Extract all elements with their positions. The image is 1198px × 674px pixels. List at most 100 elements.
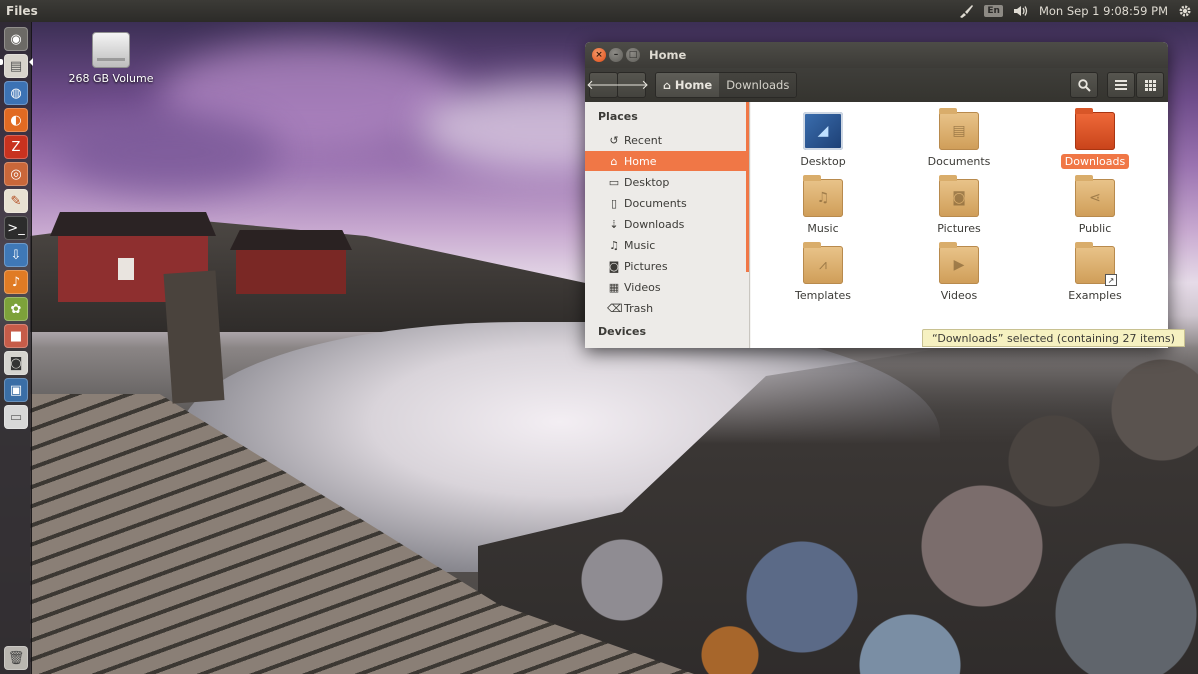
title-bar[interactable]: × – □ Home [585,42,1168,68]
folder-item-public[interactable]: ⋖ Public [1040,175,1150,236]
templates-folder-icon: ⩘ [803,242,843,284]
active-app-arrow [29,58,33,66]
sidebar-heading-devices: Devices [598,325,647,338]
folder-item-desktop[interactable]: ◢ Desktop [768,112,878,169]
sidebar-item-label: Videos [624,280,661,294]
close-icon[interactable]: × [592,48,606,62]
camera-app-icon[interactable]: ◙ [4,351,28,375]
clock[interactable]: Mon Sep 1 9:08:59 PM [1039,4,1168,18]
settings-app-icon[interactable]: ✿ [4,297,28,321]
list-view-icon [1115,80,1127,90]
sidebar-item-desktop[interactable]: ▭ Desktop [585,172,747,192]
sidebar-item-label: Pictures [624,259,668,273]
paintbrush-icon[interactable] [958,4,974,18]
music-icon: ♫ [609,238,619,252]
breadcrumb-home[interactable]: ⌂ Home [656,73,720,97]
videos-icon: ▦ [608,280,620,294]
home-icon: ⌂ [663,78,671,92]
volume-icon[interactable] [1013,5,1029,17]
trash-launcher-icon[interactable]: 🗑 [4,646,28,670]
sidebar-item-downloads[interactable]: ⇣ Downloads [585,214,747,234]
arrow-right-icon: 🡒 [614,78,649,93]
sidebar-item-home[interactable]: ⌂ Home [585,151,747,171]
desktop-folder-icon: ◢ [803,112,843,150]
folder-label: Templates [795,289,851,302]
pictures-icon: ◙ [608,259,620,273]
desktop-volume[interactable]: 268 GB Volume [66,32,156,85]
folder-label: Desktop [800,155,846,168]
dash-home-icon[interactable]: ◉ [4,27,28,51]
pictures-folder-icon: ◙ [939,175,979,217]
software-center-icon[interactable]: ◎ [4,162,28,186]
breadcrumb-downloads-label: Downloads [726,78,790,92]
folder-item-documents[interactable]: ▤ Documents [904,108,1014,169]
folder-item-examples[interactable]: ↗ Examples [1040,242,1150,303]
file-grid: ◢ Desktop ▤ Documents Downloads ♫ Music … [751,102,1168,348]
toolbar: 🡐 🡒 ⌂ Home Downloads [585,68,1168,102]
breadcrumb-downloads[interactable]: Downloads [719,73,797,97]
grid-view-icon [1144,79,1156,91]
sidebar-item-label: Music [624,238,656,252]
window-title: Home [649,48,687,62]
sidebar-item-label: Home [624,154,657,168]
text-editor-icon[interactable]: ✎ [4,189,28,213]
gear-icon[interactable] [1178,4,1192,18]
sidebar-item-pictures[interactable]: ◙ Pictures [585,256,747,276]
downloads-icon: ⇣ [609,217,619,231]
sidebar-item-music[interactable]: ♫ Music [585,235,747,255]
filezilla-icon[interactable]: Z [4,135,28,159]
downloads-folder-icon [1075,108,1115,150]
home-icon: ⌂ [610,154,618,168]
status-bar: “Downloads” selected (containing 27 item… [922,329,1185,347]
trash-icon: ⌫ [607,301,623,315]
sidebar-item-documents[interactable]: ▯ Documents [585,193,747,213]
volume-label: 268 GB Volume [68,72,154,85]
search-button[interactable] [1070,72,1098,98]
sidebar: Places ↺ Recent ⌂ Home ▭ Desktop ▯ Docum… [585,102,750,348]
sidebar-item-label: Desktop [624,175,670,189]
documents-folder-icon: ▤ [939,108,979,150]
browser-icon[interactable]: ◍ [4,81,28,105]
examples-folder-icon: ↗ [1075,242,1117,286]
folder-label: Public [1078,222,1112,235]
sidebar-item-label: Recent [624,133,663,147]
app-menu-title[interactable]: Files [6,4,38,18]
firefox-icon[interactable]: ◐ [4,108,28,132]
folder-item-templates[interactable]: ⩘ Templates [768,242,878,303]
running-indicator [0,59,3,65]
sound-app-icon[interactable]: ♪ [4,270,28,294]
top-panel: Files En Mon Sep 1 9:08:59 PM [0,0,1198,22]
folder-label: Documents [927,155,991,168]
sidebar-heading-places: Places [598,110,638,123]
terminal-icon[interactable]: >_ [4,216,28,240]
grid-view-button[interactable] [1136,72,1164,98]
forward-button[interactable]: 🡒 [614,72,649,98]
screenshot-app-icon[interactable]: ▣ [4,378,28,402]
files-icon[interactable]: ▤ [4,54,28,78]
sidebar-item-label: Documents [624,196,687,210]
launcher: ◉ ▤ ◍ ◐ Z ◎ ✎ >_ ⇩ ♪ ✿ ■ ◙ ▣ ▭ 🗑 [0,22,33,674]
keyboard-layout-indicator[interactable]: En [984,5,1003,17]
media-app-icon[interactable]: ■ [4,324,28,348]
files-window: × – □ Home 🡐 🡒 ⌂ Home Downloads Places ↺… [585,42,1168,348]
folder-label: Videos [940,289,978,302]
folder-item-downloads[interactable]: Downloads [1040,108,1150,169]
breadcrumb: ⌂ Home Downloads [655,72,798,98]
folder-item-videos[interactable]: ▶ Videos [904,242,1014,303]
indicator-area: En Mon Sep 1 9:08:59 PM [958,0,1192,22]
list-view-button[interactable] [1107,72,1135,98]
folder-item-pictures[interactable]: ◙ Pictures [904,175,1014,236]
sidebar-item-trash[interactable]: ⌫ Trash [585,298,747,318]
folder-item-music[interactable]: ♫ Music [768,175,878,236]
shortcut-arrow-icon: ↗ [1105,274,1117,286]
public-folder-icon: ⋖ [1075,175,1115,217]
minimize-icon[interactable]: – [609,48,623,62]
installer-icon[interactable]: ⇩ [4,243,28,267]
sidebar-item-label: Downloads [624,217,685,231]
drive-icon[interactable]: ▭ [4,405,28,429]
sidebar-item-recent[interactable]: ↺ Recent [585,130,747,150]
recent-icon: ↺ [609,133,619,147]
sidebar-item-videos[interactable]: ▦ Videos [585,277,747,297]
maximize-icon[interactable]: □ [626,48,640,62]
folder-label: Examples [1068,289,1122,302]
